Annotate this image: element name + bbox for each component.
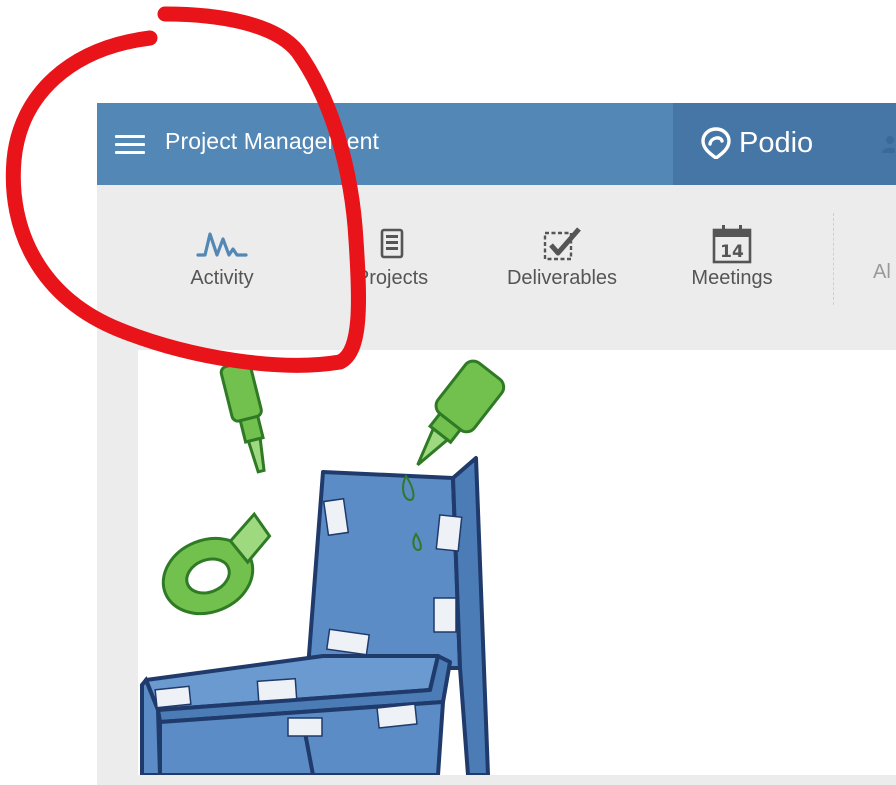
- hamburger-menu-icon[interactable]: [115, 133, 145, 157]
- app-nav-label: Meetings: [691, 267, 773, 289]
- document-list-icon: [380, 228, 404, 259]
- app-nav-label: Deliverables: [506, 267, 618, 289]
- chair-illustration: [140, 359, 506, 777]
- activity-pulse-icon: [196, 232, 248, 257]
- top-bar: Project Management Podio: [97, 103, 896, 185]
- app-nav-item-projects[interactable]: Projects: [317, 223, 467, 303]
- content-card: [138, 350, 896, 777]
- checkbox-checked-icon: [543, 227, 581, 261]
- app-nav-label: Projects: [355, 267, 429, 289]
- podio-logo-icon: [701, 127, 731, 159]
- app-nav-divider: [833, 213, 835, 305]
- workspace-title[interactable]: Project Management: [165, 128, 379, 155]
- calendar-icon: 14: [712, 225, 752, 264]
- app-nav-label: Activity: [190, 267, 254, 289]
- app-navigation-bar: Activity Projects Deliverables 14 Meetin…: [97, 185, 896, 339]
- user-icon[interactable]: [881, 135, 895, 153]
- calendar-day-number: 14: [720, 242, 744, 262]
- podio-logo[interactable]: Podio: [701, 125, 813, 161]
- app-nav-item-activity[interactable]: Activity: [147, 223, 297, 303]
- app-nav-item-meetings[interactable]: 14 Meetings: [657, 223, 807, 303]
- podio-app-window: Project Management Podio Activity Projec…: [97, 103, 896, 785]
- app-nav-item-deliverables[interactable]: Deliverables: [487, 223, 637, 303]
- app-nav-item-all[interactable]: Al: [873, 261, 891, 284]
- podio-brand-label: Podio: [739, 126, 814, 159]
